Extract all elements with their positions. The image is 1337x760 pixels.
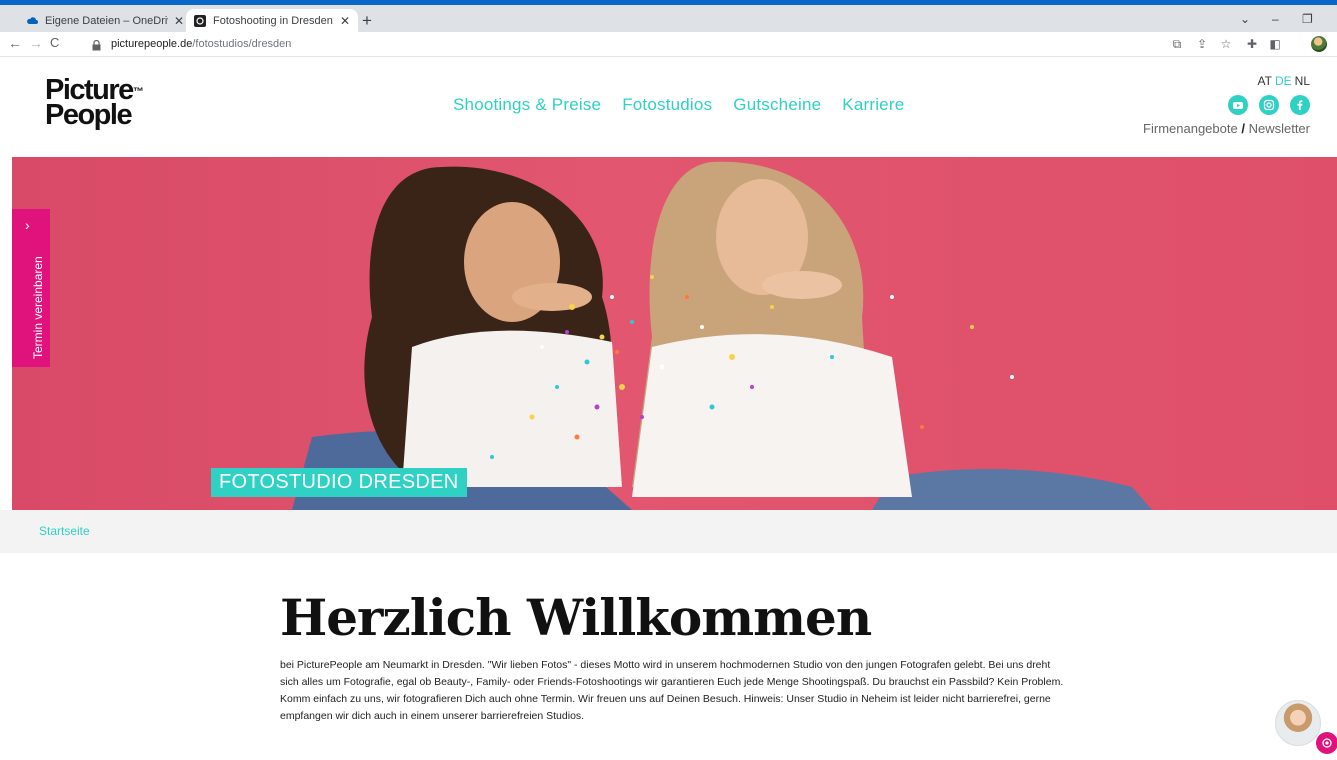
chat-badge-icon[interactable] bbox=[1316, 732, 1337, 754]
firmenangebote-link[interactable]: Firmenangebote bbox=[1143, 121, 1238, 136]
tab-title: Fotoshooting in Dresden: Neuma bbox=[213, 14, 334, 27]
reload-icon[interactable]: C bbox=[50, 35, 59, 50]
instagram-icon[interactable] bbox=[1259, 95, 1279, 115]
tab-picturepeople[interactable]: Fotoshooting in Dresden: Neuma ✕ bbox=[186, 9, 358, 32]
url-field[interactable]: picturepeople.de/fotostudios/dresden bbox=[111, 38, 291, 50]
bookmark-star-icon[interactable]: ☆ bbox=[1219, 37, 1233, 51]
main-navigation: Shootings & Preise Fotostudios Gutschein… bbox=[453, 95, 904, 115]
close-tab-icon[interactable]: ✕ bbox=[340, 14, 350, 28]
tab-title: Eigene Dateien – OneDrive bbox=[45, 14, 168, 27]
termin-vereinbaren-tab[interactable]: › Termin vereinbaren bbox=[12, 209, 50, 367]
nav-shootings-preise[interactable]: Shootings & Preise bbox=[453, 95, 601, 115]
tab-search-chevron-icon[interactable]: ⌄ bbox=[1240, 12, 1250, 26]
picturepeople-favicon bbox=[194, 14, 206, 27]
profile-avatar[interactable] bbox=[1311, 36, 1327, 52]
lock-icon[interactable] bbox=[92, 38, 101, 51]
tab-strip: Eigene Dateien – OneDrive ✕ Fotoshooting… bbox=[0, 5, 1337, 32]
hero-banner: FOTOSTUDIO DRESDEN bbox=[12, 157, 1337, 510]
youtube-icon[interactable] bbox=[1228, 95, 1248, 115]
tab-onedrive[interactable]: Eigene Dateien – OneDrive ✕ bbox=[18, 9, 192, 32]
minimize-icon[interactable]: – bbox=[1272, 12, 1279, 26]
chat-assistant-avatar[interactable] bbox=[1275, 700, 1321, 746]
breadcrumb: Startseite bbox=[0, 510, 1337, 553]
newsletter-link[interactable]: Newsletter bbox=[1249, 121, 1310, 136]
forward-icon[interactable]: → bbox=[29, 35, 43, 51]
nav-karriere[interactable]: Karriere bbox=[842, 95, 904, 115]
onedrive-cloud-icon bbox=[26, 15, 38, 27]
hero-title: FOTOSTUDIO DRESDEN bbox=[211, 468, 467, 497]
share-icon[interactable]: ⇪ bbox=[1195, 37, 1209, 51]
nav-fotostudios[interactable]: Fotostudios bbox=[622, 95, 712, 115]
picturepeople-logo[interactable]: Picture™ People bbox=[45, 76, 144, 131]
hero-photo bbox=[292, 161, 1152, 510]
header-links: Firmenangebote / Newsletter bbox=[1143, 121, 1310, 136]
facebook-icon[interactable] bbox=[1290, 95, 1310, 115]
termin-label: Termin vereinbaren bbox=[31, 256, 45, 359]
address-bar: ← → C picturepeople.de/fotostudios/dresd… bbox=[0, 32, 1337, 57]
nav-gutscheine[interactable]: Gutscheine bbox=[733, 95, 821, 115]
restore-icon[interactable]: ❐ bbox=[1302, 12, 1313, 26]
breadcrumb-home[interactable]: Startseite bbox=[39, 524, 90, 538]
translate-icon[interactable]: ⧉ bbox=[1170, 37, 1184, 51]
logo-line-2: People bbox=[45, 99, 133, 131]
side-panel-icon[interactable]: ◧ bbox=[1268, 37, 1282, 51]
chevron-right-icon: › bbox=[25, 217, 30, 233]
page-heading: Herzlich Willkommen bbox=[280, 588, 872, 647]
extensions-puzzle-icon[interactable]: ✚ bbox=[1245, 37, 1259, 51]
language-switcher: AT DE NL bbox=[1258, 74, 1310, 88]
header-link-separator: / bbox=[1241, 121, 1245, 136]
lang-nl[interactable]: NL bbox=[1295, 74, 1310, 88]
logo-trademark: ™ bbox=[132, 86, 144, 98]
new-tab-icon[interactable]: + bbox=[362, 11, 372, 31]
url-path: /fotostudios/dresden bbox=[192, 38, 292, 50]
url-host: picturepeople.de bbox=[111, 38, 193, 50]
lang-at[interactable]: AT bbox=[1258, 74, 1272, 88]
intro-text: bei PicturePeople am Neumarkt in Dresden… bbox=[280, 659, 1064, 722]
back-icon[interactable]: ← bbox=[8, 35, 22, 51]
close-tab-icon[interactable]: ✕ bbox=[174, 14, 184, 28]
lang-de[interactable]: DE bbox=[1275, 74, 1292, 88]
